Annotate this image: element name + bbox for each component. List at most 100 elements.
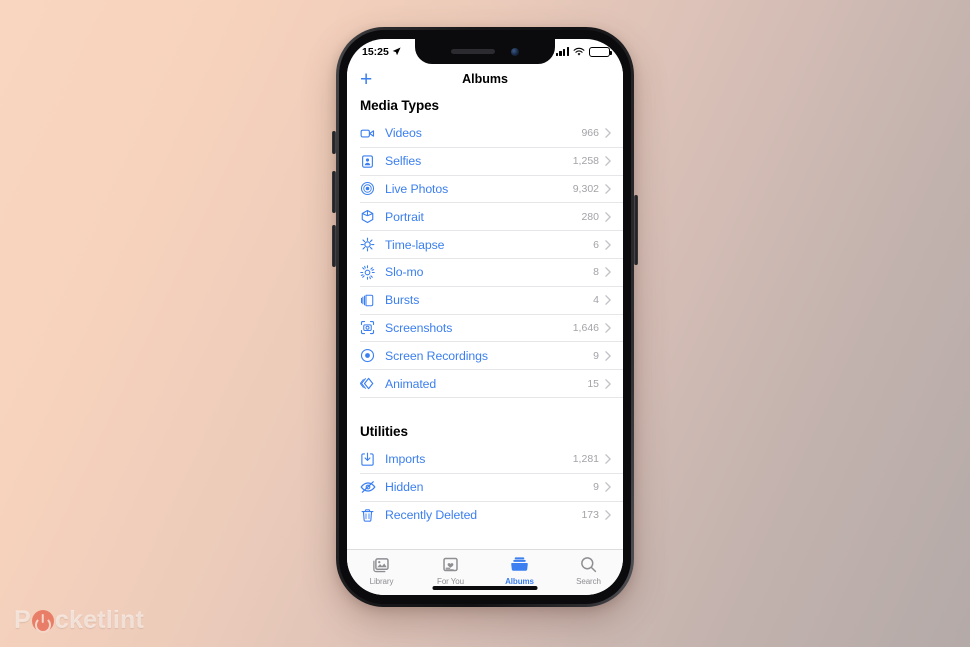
tab-label: Albums (505, 577, 534, 586)
album-label: Imports (385, 452, 426, 467)
album-row-portrait[interactable]: Portrait 280 (360, 203, 623, 232)
hidden-eye-slash-icon (360, 479, 385, 495)
album-row-recently-deleted[interactable]: Recently Deleted 173 (360, 502, 623, 530)
bursts-stack-icon (360, 293, 385, 308)
album-row-slo-mo[interactable]: Slo-mo 8 (360, 259, 623, 287)
chevron-right-icon (605, 184, 611, 194)
chevron-right-icon (605, 482, 611, 492)
import-download-icon (360, 452, 385, 467)
power-side-button[interactable] (634, 195, 638, 265)
album-label: Hidden (385, 480, 424, 495)
phone-screen: 15:25 + Albums Media Types Videos 966 Se… (347, 39, 623, 595)
front-camera-icon (511, 47, 519, 56)
chevron-right-icon (605, 350, 611, 361)
chevron-right-icon (605, 267, 611, 278)
phone-bezel: 15:25 + Albums Media Types Videos 966 Se… (339, 30, 631, 604)
status-bar-right (555, 46, 613, 57)
tab-search[interactable]: Search (554, 555, 623, 586)
chevron-right-icon (605, 295, 611, 306)
chevron-right-icon (605, 454, 611, 465)
album-label: Screen Recordings (385, 348, 488, 363)
section-divider-gap (360, 398, 623, 411)
earpiece-speaker-icon (451, 49, 495, 54)
album-count: 9,302 (572, 182, 599, 195)
album-count: 4 (593, 294, 599, 307)
album-row-animated[interactable]: Animated 15 (360, 370, 623, 398)
live-photo-icon (360, 181, 385, 196)
battery-icon (589, 46, 613, 57)
album-row-hidden[interactable]: Hidden 9 (360, 474, 623, 502)
album-row-videos[interactable]: Videos 966 (360, 120, 623, 148)
tab-label: Search (576, 577, 601, 586)
wifi-icon (573, 47, 585, 55)
chevron-right-icon (605, 128, 611, 139)
tab-library[interactable]: Library (347, 555, 416, 586)
album-label: Live Photos (385, 181, 449, 196)
status-bar-time: 15:25 (362, 45, 389, 58)
album-label: Screenshots (385, 320, 453, 335)
portrait-cube-icon (360, 209, 385, 224)
chevron-right-icon (605, 378, 611, 389)
album-count: 1,258 (572, 155, 599, 168)
album-count: 966 (581, 127, 599, 140)
album-row-imports[interactable]: Imports 1,281 (360, 446, 623, 474)
selfie-person-icon (360, 154, 385, 169)
album-count: 9 (593, 349, 599, 362)
iphone-device-frame: 15:25 + Albums Media Types Videos 966 Se… (332, 27, 638, 607)
home-indicator[interactable] (432, 586, 538, 590)
album-label: Time-lapse (385, 237, 445, 252)
tab-albums[interactable]: Albums (485, 555, 554, 586)
chevron-right-icon (605, 211, 611, 222)
tab-label: Library (369, 577, 394, 586)
chevron-right-icon (605, 510, 611, 521)
album-count: 6 (593, 238, 599, 251)
album-label: Videos (385, 126, 422, 141)
album-count: 173 (581, 509, 599, 522)
album-label: Recently Deleted (385, 508, 478, 523)
timelapse-icon (360, 237, 385, 252)
screenshot-camera-icon (360, 320, 385, 335)
album-count: 280 (581, 210, 599, 223)
status-bar-left: 15:25 (362, 46, 401, 58)
album-count: 1,281 (572, 453, 599, 466)
mute-switch-button[interactable] (332, 131, 336, 154)
album-label: Bursts (385, 293, 420, 308)
albums-list[interactable]: Media Types Videos 966 Selfies 1,258 Liv… (347, 94, 623, 549)
watermark-text-after: cketlint (54, 606, 144, 634)
cellular-signal-icon (555, 47, 569, 56)
album-label: Portrait (385, 209, 424, 224)
section-header-utilities: Utilities (360, 423, 408, 439)
for-you-heart-icon (443, 557, 458, 572)
album-row-live-photos[interactable]: Live Photos 9,302 (360, 176, 623, 204)
album-row-bursts[interactable]: Bursts 4 (360, 287, 623, 315)
album-count: 9 (593, 481, 599, 494)
animated-chevrons-icon (360, 376, 385, 391)
album-row-screenshots[interactable]: Screenshots 1,646 (360, 315, 623, 343)
video-camera-icon (360, 126, 385, 141)
album-label: Selfies (385, 154, 422, 169)
photos-library-icon (373, 558, 389, 573)
album-row-time-lapse[interactable]: Time-lapse 6 (360, 231, 623, 259)
search-magnifier-icon (581, 557, 597, 573)
navigation-bar: + Albums (347, 64, 623, 94)
volume-up-button[interactable] (332, 171, 336, 213)
tab-for-you[interactable]: For You (416, 555, 485, 586)
trash-icon (360, 508, 385, 523)
screen-recording-icon (360, 348, 385, 363)
watermark-text-before: P (14, 606, 31, 634)
albums-folder-icon (511, 557, 528, 571)
pocketlint-watermark: P cketlint (14, 606, 144, 635)
album-label: Slo-mo (385, 265, 424, 280)
album-row-screen-recordings[interactable]: Screen Recordings 9 (360, 342, 623, 371)
section-header-media-types: Media Types (360, 98, 439, 113)
location-arrow-icon (392, 47, 401, 56)
device-notch (415, 39, 555, 64)
chevron-right-icon (605, 323, 611, 333)
volume-down-button[interactable] (332, 225, 336, 267)
tab-label: For You (437, 577, 464, 586)
album-count: 1,646 (572, 321, 599, 334)
add-album-button[interactable]: + (360, 69, 382, 90)
album-row-selfies[interactable]: Selfies 1,258 (360, 148, 623, 176)
album-count: 8 (593, 266, 599, 279)
slomo-icon (360, 265, 385, 280)
